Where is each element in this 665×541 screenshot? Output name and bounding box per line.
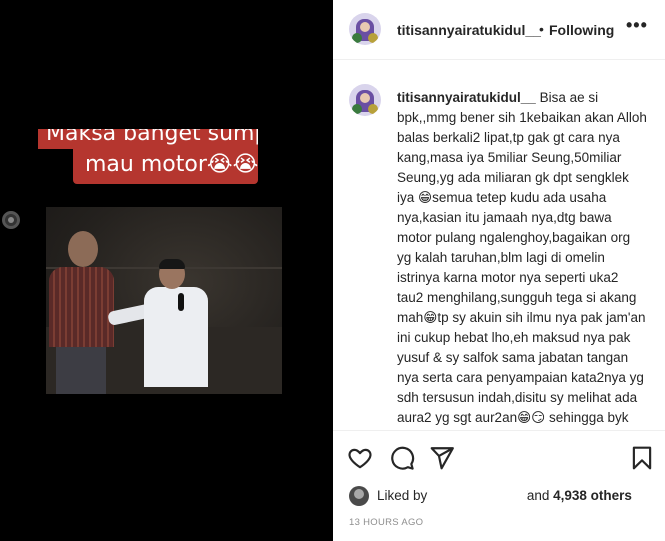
video-person-left-legs	[56, 347, 106, 394]
video-person-right	[144, 287, 208, 387]
liked-by-label: Liked by	[377, 488, 428, 503]
post-timestamp[interactable]: 13 HOURS AGO	[349, 517, 423, 528]
comment-text: Bisa ae si bpk,,mmg bener sih 1kebaikan …	[397, 90, 647, 465]
liker-username[interactable]	[431, 490, 523, 502]
likes-text: Liked by and 4,938 others	[377, 488, 632, 503]
comment-username[interactable]: titisannyairatukidul__	[397, 90, 536, 105]
video-frame[interactable]	[46, 207, 282, 394]
likes-count[interactable]: 4,938 others	[553, 488, 632, 503]
likes-joiner: and	[526, 488, 550, 503]
heart-icon[interactable]	[347, 445, 373, 471]
following-button[interactable]: Following	[549, 22, 614, 38]
video-caption-bottom: mau motor😭😭	[73, 146, 258, 184]
share-icon[interactable]	[429, 445, 455, 471]
bookmark-icon[interactable]	[629, 445, 655, 471]
video-person-left	[49, 267, 114, 347]
video-person-right-cap	[159, 259, 185, 269]
microphone	[178, 293, 184, 311]
avatar[interactable]	[349, 13, 381, 45]
post-media[interactable]: Maksa banget sumpah mau motor😭😭	[0, 0, 333, 541]
header-username[interactable]: titisannyairatukidul__	[397, 22, 541, 38]
caption-comment: titisannyairatukidul__ Bisa ae si bpk,,m…	[397, 88, 647, 468]
comment-icon[interactable]	[389, 445, 415, 471]
video-indicator-icon[interactable]	[2, 211, 20, 229]
liker-avatar[interactable]	[349, 486, 369, 506]
more-options-icon[interactable]: •••	[626, 15, 648, 36]
post-actions: Liked by and 4,938 others 13 HOURS AGO	[333, 430, 665, 541]
post-sidebar: titisannyairatukidul__ • Following ••• t…	[333, 0, 665, 541]
post-header: titisannyairatukidul__ • Following •••	[333, 0, 665, 60]
header-separator: •	[539, 21, 544, 37]
comment-avatar[interactable]	[349, 84, 381, 116]
video-person-left-head	[68, 231, 98, 267]
